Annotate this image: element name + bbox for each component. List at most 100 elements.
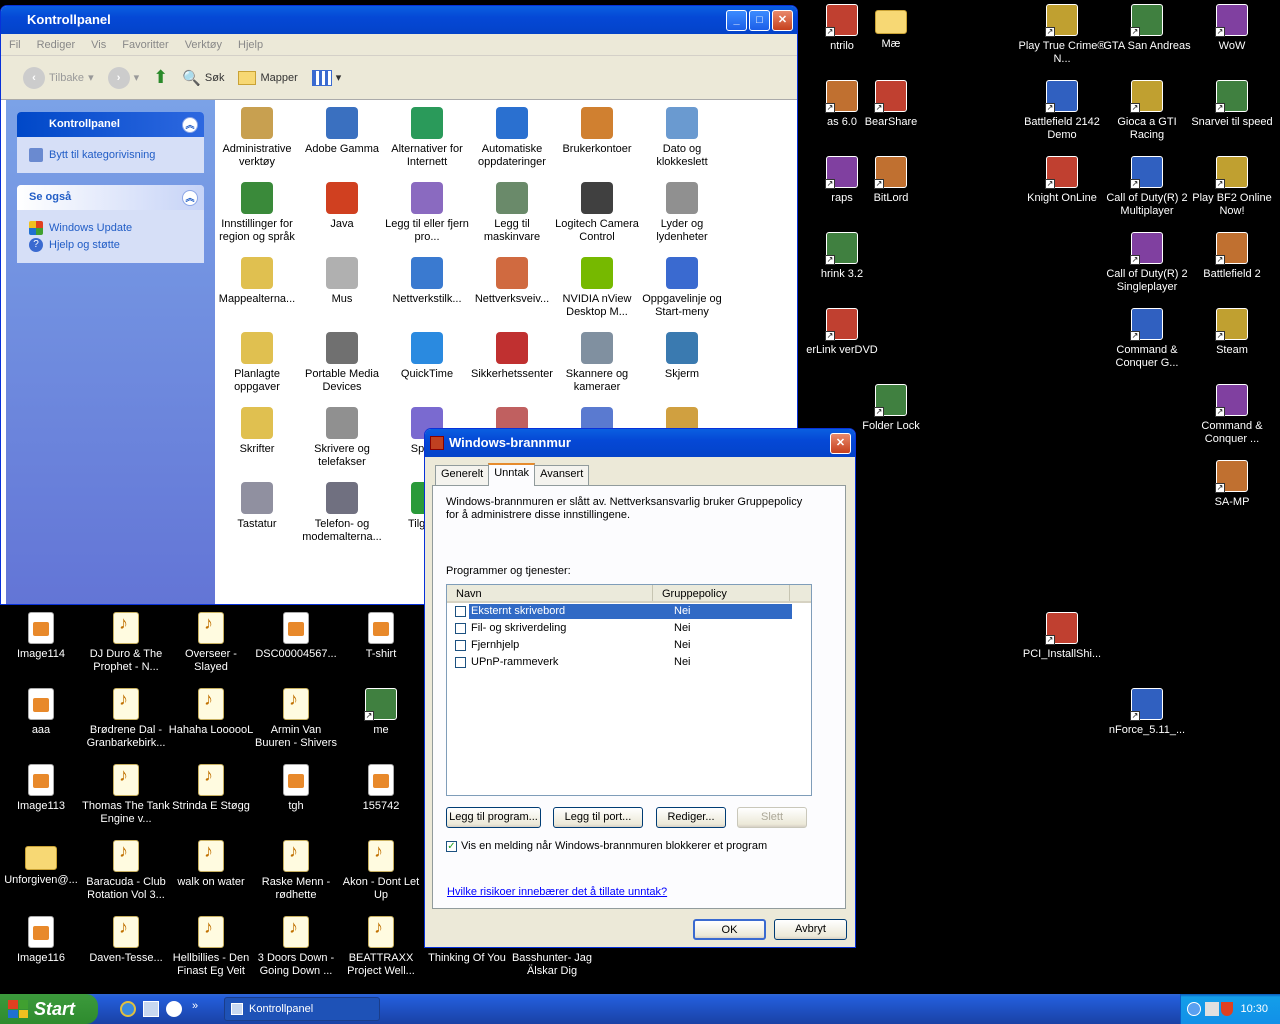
desktop-icon[interactable]: Daven-Tesse... [82, 916, 170, 965]
fw-titlebar[interactable]: Windows-brannmur ✕ [425, 429, 855, 457]
desktop-icon[interactable]: ↗ PCI_InstallShi... [1018, 612, 1106, 661]
windows-update-link[interactable]: Windows Update [29, 221, 194, 235]
cp-item[interactable]: Portable Media Devices [299, 332, 385, 394]
desktop-icon[interactable]: ↗ Knight OnLine [1018, 156, 1106, 205]
desktop-icon[interactable]: Unforgiven@... [0, 840, 85, 887]
desktop-icon[interactable]: ↗ Command & Conquer ... [1188, 384, 1276, 446]
col-name[interactable]: Navn [447, 585, 653, 601]
desktop-icon[interactable]: ↗ Gioca a GTI Racing [1103, 80, 1191, 142]
exception-checkbox[interactable] [455, 606, 466, 617]
cp-item[interactable]: Java [299, 182, 385, 231]
desktop-icon[interactable]: Image114 [0, 612, 85, 661]
collapse-icon[interactable]: ︽ [182, 190, 198, 206]
cp-item[interactable]: Lyder og lydenheter [639, 182, 725, 244]
tab-general[interactable]: Generelt [435, 465, 490, 485]
tab-exceptions[interactable]: Unntak [488, 463, 536, 486]
menu-edit[interactable]: Rediger [37, 39, 76, 51]
exception-checkbox[interactable] [455, 623, 466, 634]
cp-item[interactable]: Skrivere og telefakser [299, 407, 385, 469]
menu-help[interactable]: Hjelp [238, 39, 263, 51]
desktop-icon[interactable]: ↗ BitLord [847, 156, 935, 205]
menu-favorites[interactable]: Favoritter [122, 39, 168, 51]
maximize-button[interactable]: □ [749, 10, 770, 31]
desktop-icon[interactable]: DJ Duro & The Prophet - N... [82, 612, 170, 674]
cp-item[interactable]: Mus [299, 257, 385, 306]
desktop-icon[interactable]: DSC00004567... [252, 612, 340, 661]
cp-item[interactable]: Legg til maskinvare [469, 182, 555, 244]
desktop-icon[interactable]: Baracuda - Club Rotation Vol 3... [82, 840, 170, 902]
exception-row[interactable]: Fjernhjelp Nei [449, 637, 811, 654]
cp-item[interactable]: Administrative verktøy [214, 107, 300, 169]
add-port-button[interactable]: Legg til port... [553, 807, 643, 828]
media-quicklaunch-icon[interactable] [166, 1001, 182, 1017]
cp-item[interactable]: Dato og klokkeslett [639, 107, 725, 169]
ok-button[interactable]: OK [693, 919, 766, 940]
minimize-button[interactable]: _ [726, 10, 747, 31]
desktop-icon[interactable]: Hahaha LoooooL [167, 688, 255, 737]
desktop-icon[interactable]: ↗ SA-MP [1188, 460, 1276, 509]
cp-item[interactable]: Planlagte oppgaver [214, 332, 300, 394]
desktop-icon[interactable]: Mæ [847, 4, 935, 51]
desktop-icon[interactable]: ↗ Snarvei til speed [1188, 80, 1276, 129]
menu-view[interactable]: Vis [91, 39, 106, 51]
desktop-icon[interactable]: ↗ hrink 3.2 [798, 232, 886, 281]
desktop-icon[interactable]: Thomas The Tank Engine v... [82, 764, 170, 826]
cp-panel-header[interactable]: Kontrollpanel ︽ [17, 112, 204, 137]
desktop-icon[interactable]: 3 Doors Down - Going Down ... [252, 916, 340, 978]
cp-item[interactable]: Oppgavelinje og Start-meny [639, 257, 725, 319]
tray-expand-icon[interactable] [1187, 1002, 1201, 1016]
notify-checkbox[interactable]: ✓ [446, 840, 457, 852]
desktop-icon[interactable]: Hellbillies - Den Finast Eg Veit [167, 916, 255, 978]
desktop-icon[interactable]: ↗ WoW [1188, 4, 1276, 53]
desktop-icon[interactable]: ↗ Command & Conquer G... [1103, 308, 1191, 370]
menu-file[interactable]: Fil [9, 39, 21, 51]
cp-item[interactable]: Skrifter [214, 407, 300, 456]
cp-item[interactable]: Logitech Camera Control [554, 182, 640, 244]
cp-item[interactable]: Innstillinger for region og språk [214, 182, 300, 244]
tray-app-icon[interactable] [1205, 1002, 1219, 1016]
cp-item[interactable]: Automatiske oppdateringer [469, 107, 555, 169]
switch-category-view-link[interactable]: Bytt til kategorivisning [29, 148, 194, 162]
start-button[interactable]: Start [0, 994, 98, 1024]
expand-quicklaunch-icon[interactable]: » [192, 1000, 198, 1012]
exception-row[interactable]: Fil- og skriverdeling Nei [449, 620, 811, 637]
desktop-icon[interactable]: ↗ me [337, 688, 425, 737]
desktop-icon[interactable]: ↗ Battlefield 2142 Demo [1018, 80, 1106, 142]
cp-item[interactable]: Legg til eller fjern pro... [384, 182, 470, 244]
desktop-quicklaunch-icon[interactable] [143, 1001, 159, 1017]
risk-link[interactable]: Hvilke risikoer innebærer det å tillate … [447, 886, 667, 898]
menu-tools[interactable]: Verktøy [185, 39, 222, 51]
cp-item[interactable]: Brukerkontoer [554, 107, 640, 156]
desktop-icon[interactable]: BEATTRAXX Project Well... [337, 916, 425, 978]
desktop-icon[interactable]: ↗ Call of Duty(R) 2 Singleplayer [1103, 232, 1191, 294]
folders-button[interactable]: Mapper [234, 70, 301, 85]
desktop-icon[interactable]: ↗ Call of Duty(R) 2 Multiplayer [1103, 156, 1191, 218]
desktop-icon[interactable]: Image113 [0, 764, 85, 813]
desktop-icon[interactable]: Armin Van Buuren - Shivers [252, 688, 340, 750]
see-also-header[interactable]: Se også ︽ [17, 185, 204, 210]
desktop-icon[interactable]: Image116 [0, 916, 85, 965]
edit-button[interactable]: Rediger... [656, 807, 726, 828]
desktop-icon[interactable]: Overseer - Slayed [167, 612, 255, 674]
cp-item[interactable]: Telefon- og modemalterna... [299, 482, 385, 544]
taskbar-item-kontrollpanel[interactable]: Kontrollpanel [224, 997, 380, 1021]
cp-item[interactable]: Skjerm [639, 332, 725, 381]
exceptions-list[interactable]: Navn Gruppepolicy Eksternt skrivebord Nei… [446, 584, 812, 796]
ie-quicklaunch-icon[interactable] [120, 1001, 136, 1017]
exception-checkbox[interactable] [455, 657, 466, 668]
desktop-icon[interactable]: ↗ Play True Crime® N... [1018, 4, 1106, 66]
exception-checkbox[interactable] [455, 640, 466, 651]
up-button[interactable]: ⬆ [149, 67, 172, 88]
help-support-link[interactable]: ? Hjelp og støtte [29, 238, 194, 252]
views-button[interactable]: ▾ [308, 69, 346, 86]
notify-option[interactable]: ✓ Vis en melding når Windows-brannmuren … [446, 840, 767, 852]
desktop-icon[interactable]: ↗ nForce_5.11_... [1103, 688, 1191, 737]
desktop-icon[interactable]: ↗ erLink verDVD [798, 308, 886, 357]
cancel-button[interactable]: Avbryt [774, 919, 847, 940]
col-policy[interactable]: Gruppepolicy [653, 585, 790, 601]
desktop-icon[interactable]: Strinda E Støgg [167, 764, 255, 813]
tab-advanced[interactable]: Avansert [534, 465, 590, 485]
cp-item[interactable]: Sikkerhetssenter [469, 332, 555, 381]
collapse-icon[interactable]: ︽ [182, 117, 198, 133]
search-button[interactable]: 🔍 Søk [178, 69, 228, 87]
